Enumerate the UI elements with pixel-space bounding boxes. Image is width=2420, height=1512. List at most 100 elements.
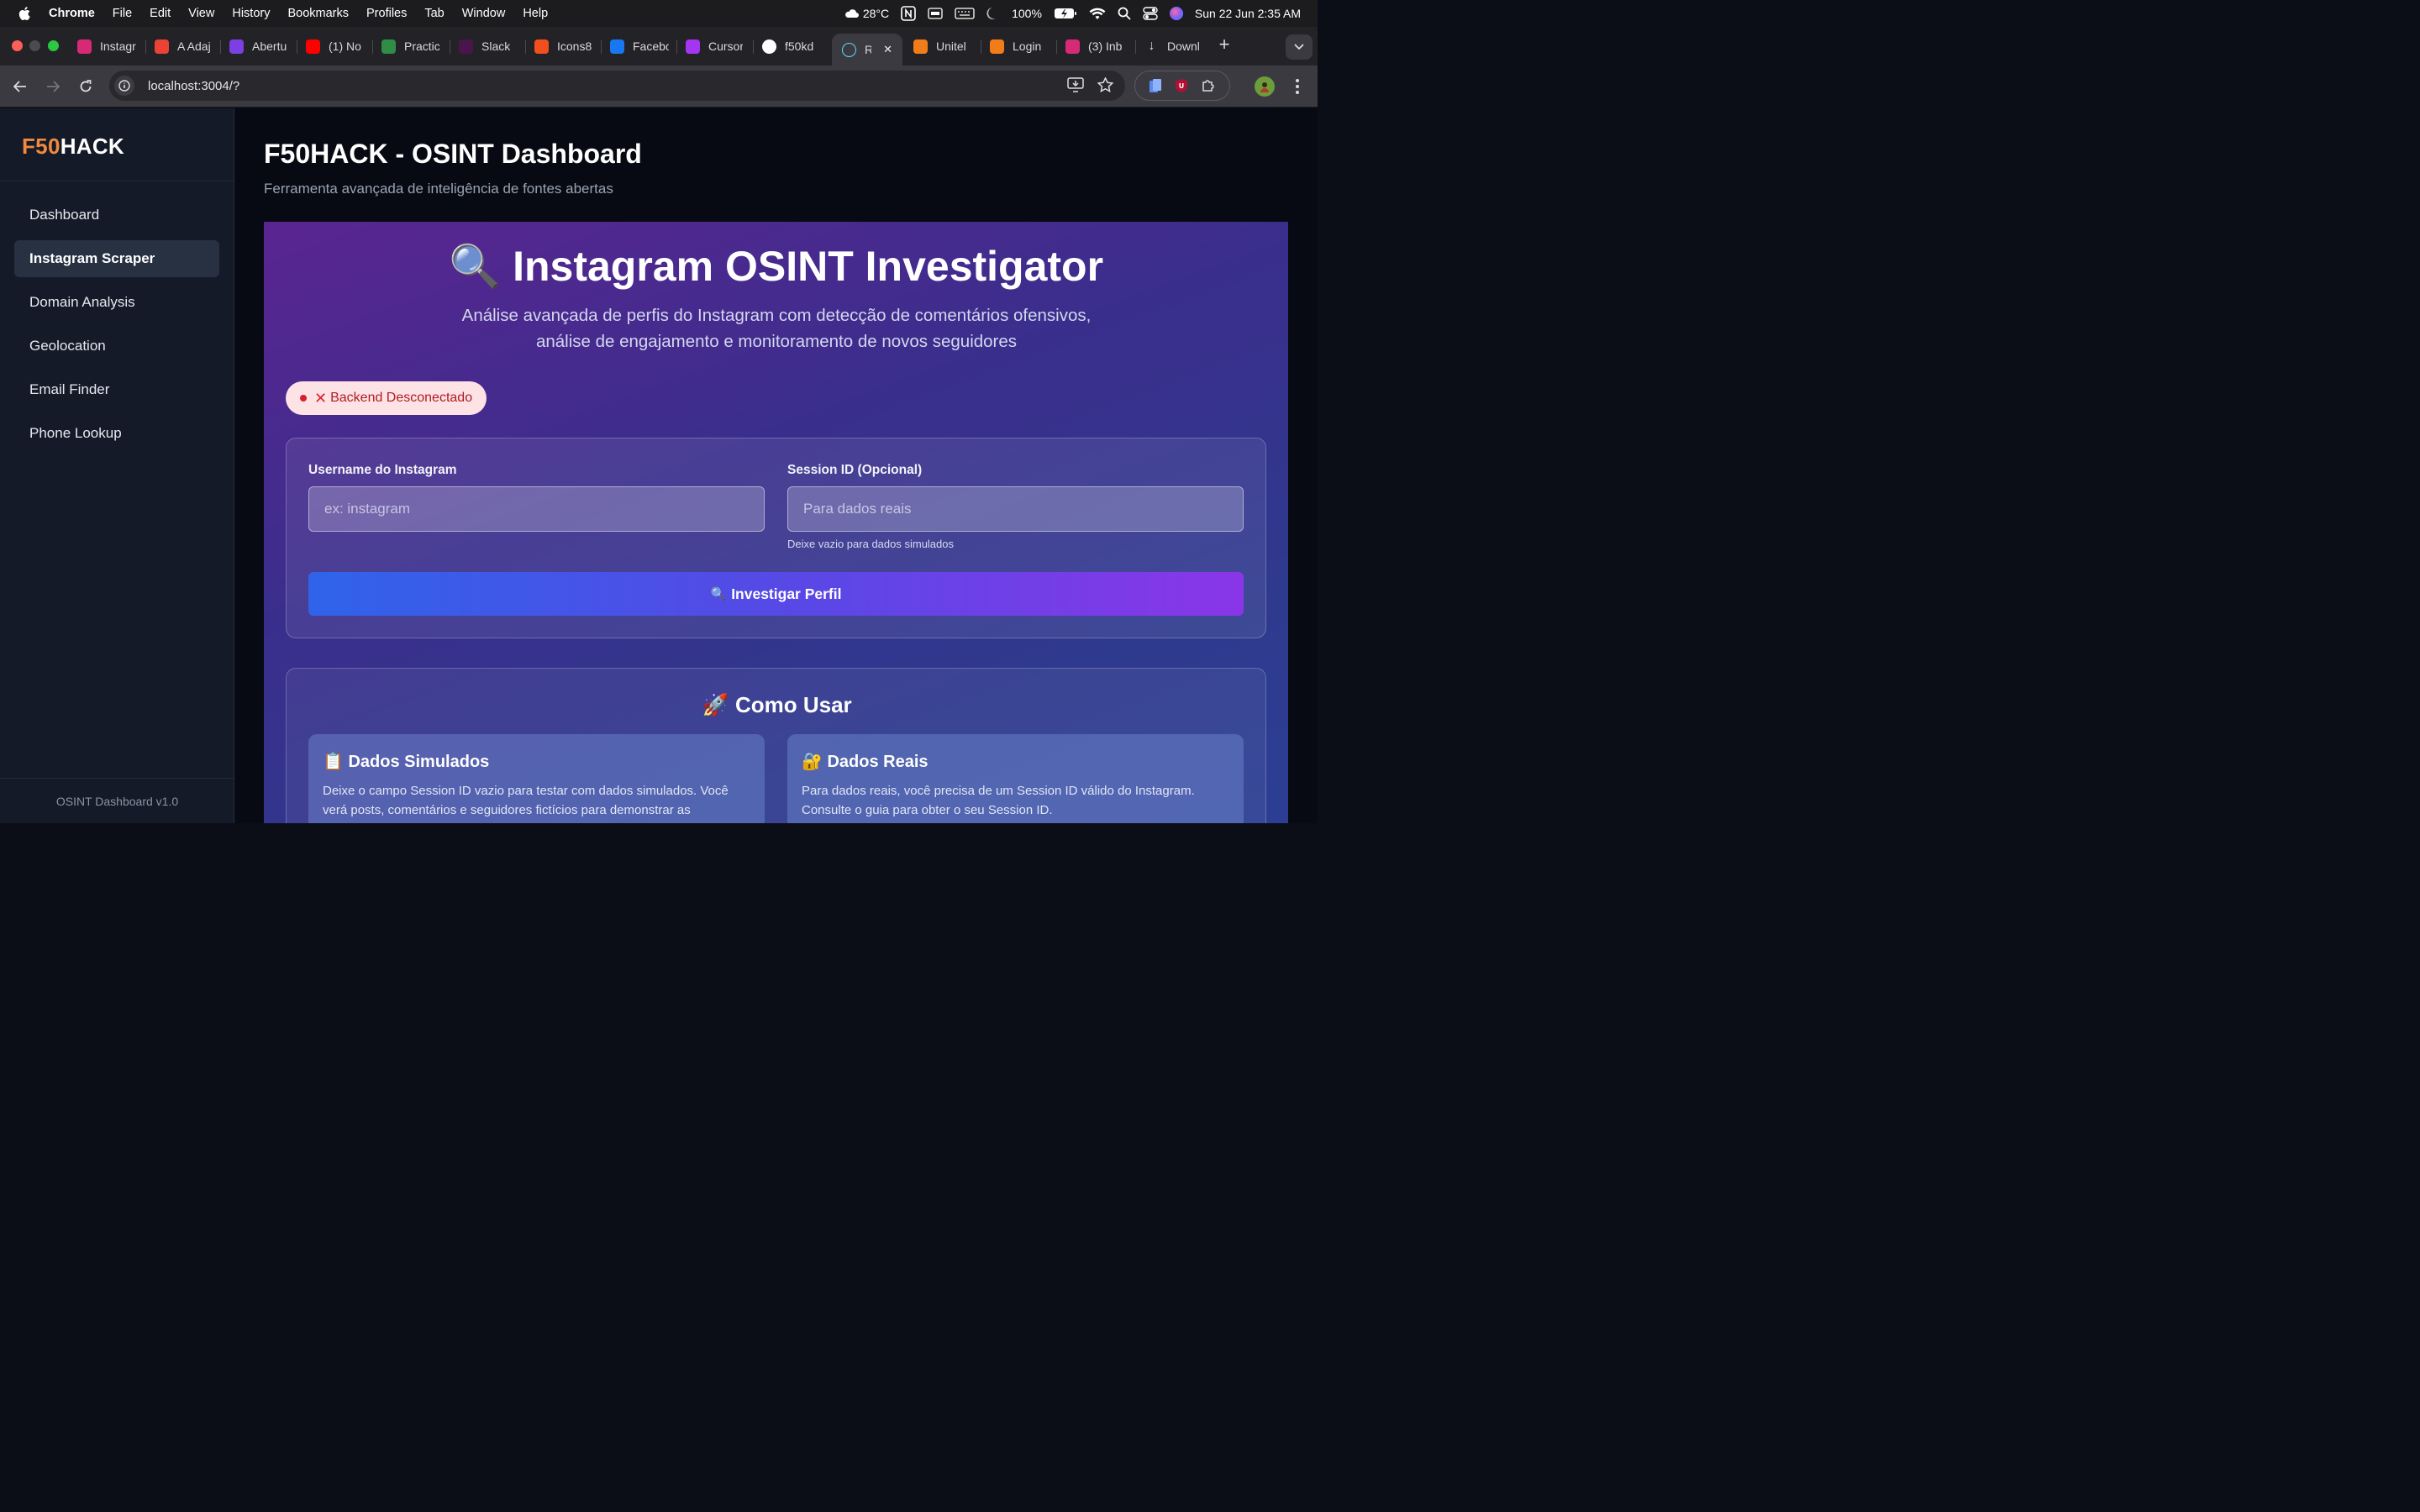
menu-tab[interactable]: Tab (424, 7, 444, 20)
control-center-icon[interactable] (1143, 7, 1158, 20)
menu-bookmarks[interactable]: Bookmarks (287, 7, 349, 20)
window-zoom-button[interactable] (48, 40, 59, 51)
forward-button[interactable] (43, 76, 63, 97)
browser-tab-gmail[interactable]: A Adaj (155, 34, 215, 59)
browser-tab-github[interactable]: f50kd (762, 34, 819, 59)
wifi-icon[interactable] (1089, 8, 1106, 20)
spotlight-search-icon[interactable] (1118, 7, 1131, 20)
browser-tab-gfg[interactable]: Practic (381, 34, 444, 59)
tab-separator (601, 40, 602, 54)
how-to-use-title-text: Como Usar (734, 692, 852, 717)
new-tab-button[interactable]: + (1216, 35, 1233, 54)
tab-title: Instagr (100, 39, 136, 53)
weather-temp: 28°C (862, 7, 890, 20)
address-bar[interactable]: localhost:3004/? (109, 71, 1125, 101)
menu-profiles[interactable]: Profiles (366, 7, 407, 20)
brand-logo[interactable]: F50HACK (22, 134, 124, 160)
menu-view[interactable]: View (188, 7, 214, 20)
siri-icon[interactable] (1169, 7, 1183, 20)
weather-status[interactable]: 28°C (844, 7, 889, 20)
magnifier-icon: 🔍 (448, 242, 502, 291)
keyboard-icon[interactable] (955, 8, 975, 19)
tab-search-button[interactable] (1286, 34, 1313, 60)
browser-tab-download[interactable]: ↓ Downl (1144, 34, 1208, 59)
backend-status-text: Backend Desconectado (330, 391, 473, 405)
ublock-shield-icon[interactable]: U (1175, 78, 1188, 93)
instagram-investigator-panel: 🔍 Instagram OSINT Investigator Análise a… (264, 222, 1288, 823)
udemy-icon (686, 39, 700, 54)
back-button[interactable] (10, 76, 30, 97)
tab-title: Unitel (936, 39, 966, 53)
browser-tab-unitel[interactable]: Unitel (913, 34, 972, 59)
profile-avatar[interactable] (1255, 76, 1275, 97)
input-source-icon[interactable] (928, 8, 943, 19)
menu-edit[interactable]: Edit (150, 7, 171, 20)
tab-title: f50kd (785, 39, 814, 53)
browser-tab-app[interactable]: Abertu (229, 34, 287, 59)
tab-separator (145, 40, 146, 54)
browser-tab-react-active[interactable]: Re ✕ (832, 34, 902, 66)
sidebar-item-instagram-scraper[interactable]: Instagram Scraper (14, 240, 219, 277)
cloud-icon (844, 9, 859, 18)
battery-charging-icon[interactable] (1054, 8, 1077, 19)
sidebar-item-phone-lookup[interactable]: Phone Lookup (14, 415, 219, 452)
browser-tab-unitel[interactable]: Login (990, 34, 1045, 59)
browser-tab-instagram[interactable]: (3) Inb (1065, 34, 1124, 59)
chevron-down-icon (1294, 44, 1304, 50)
site-info-icon[interactable] (114, 76, 134, 96)
session-id-input[interactable] (787, 486, 1244, 532)
window-minimize-button[interactable] (29, 40, 40, 51)
investigate-button-label: Investigar Perfil (731, 585, 842, 602)
menu-file[interactable]: File (113, 7, 132, 20)
browser-tab-facebook[interactable]: Facebo (610, 34, 669, 59)
avatar-person-icon (1260, 82, 1269, 92)
lock-key-icon: 🔐 (802, 751, 823, 771)
browser-tab-youtube[interactable]: (1) No (306, 34, 365, 59)
session-id-hint: Deixe vazio para dados simulados (787, 538, 954, 550)
browser-tab-instagram[interactable]: Instagr (77, 34, 136, 59)
sidebar-item-domain-analysis[interactable]: Domain Analysis (14, 284, 219, 321)
browser-tab-udemy[interactable]: Cursor (686, 34, 743, 59)
figma-icon (534, 39, 549, 54)
brand-accent: F50 (22, 134, 60, 159)
tab-separator (372, 40, 373, 54)
tab-separator (676, 40, 677, 54)
session-id-label: Session ID (Opcional) (787, 463, 923, 477)
arrow-left-icon (13, 81, 26, 92)
sidebar-item-dashboard[interactable]: Dashboard (14, 197, 219, 234)
install-app-icon[interactable] (1067, 77, 1084, 92)
sidebar-item-email-finder[interactable]: Email Finder (14, 371, 219, 408)
investigate-profile-button[interactable]: 🔍 Investigar Perfil (308, 572, 1244, 616)
tab-title: Icons8 (557, 39, 592, 53)
browser-tab-figma[interactable]: Icons8 (534, 34, 593, 59)
menu-app-name[interactable]: Chrome (49, 7, 95, 20)
username-input[interactable] (308, 486, 765, 532)
moon-icon[interactable] (986, 7, 1000, 20)
tab-close-icon[interactable]: ✕ (883, 43, 892, 56)
sidebar-footer-divider (0, 778, 234, 779)
youtube-icon (306, 39, 320, 54)
instagram-icon (77, 39, 92, 54)
extension-copy-icon[interactable] (1149, 78, 1162, 93)
browser-menu-button[interactable] (1291, 76, 1304, 97)
menubar-clock[interactable]: Sun 22 Jun 2:35 AM (1195, 7, 1301, 20)
menu-history[interactable]: History (232, 7, 270, 20)
reload-button[interactable] (76, 76, 96, 97)
sidebar-item-geolocation[interactable]: Geolocation (14, 328, 219, 365)
url-text[interactable]: localhost:3004/? (148, 79, 239, 93)
apple-logo-icon[interactable] (17, 5, 34, 22)
simulated-data-card: 📋 Dados Simulados Deixe o campo Session … (308, 734, 765, 823)
browser-tab-slack[interactable]: Slack (459, 34, 511, 59)
menu-help[interactable]: Help (523, 7, 548, 20)
menu-window[interactable]: Window (462, 7, 506, 20)
cross-mark-icon: ✕ (314, 389, 328, 407)
notion-icon[interactable] (901, 6, 916, 21)
gfg-icon (381, 39, 396, 54)
window-close-button[interactable] (12, 40, 23, 51)
svg-text:U: U (1179, 82, 1185, 90)
bookmark-star-icon[interactable] (1097, 77, 1113, 92)
battery-percent[interactable]: 100% (1012, 7, 1042, 20)
brand-rest: HACK (60, 134, 125, 159)
how-to-use-title: 🚀 Como Usar (287, 692, 1267, 718)
puzzle-extensions-icon[interactable] (1201, 78, 1216, 93)
